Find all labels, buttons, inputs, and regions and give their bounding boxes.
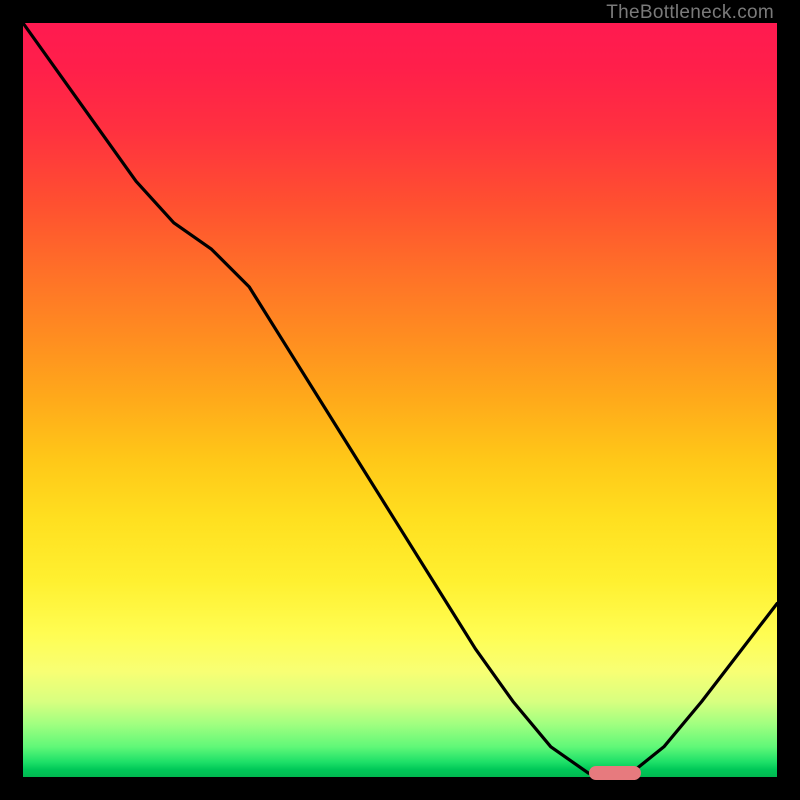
- bottleneck-curve: [23, 23, 777, 777]
- chart-frame: TheBottleneck.com: [0, 0, 800, 800]
- watermark-text: TheBottleneck.com: [606, 2, 774, 24]
- optimal-marker: [589, 766, 642, 780]
- curve-layer: [23, 23, 777, 777]
